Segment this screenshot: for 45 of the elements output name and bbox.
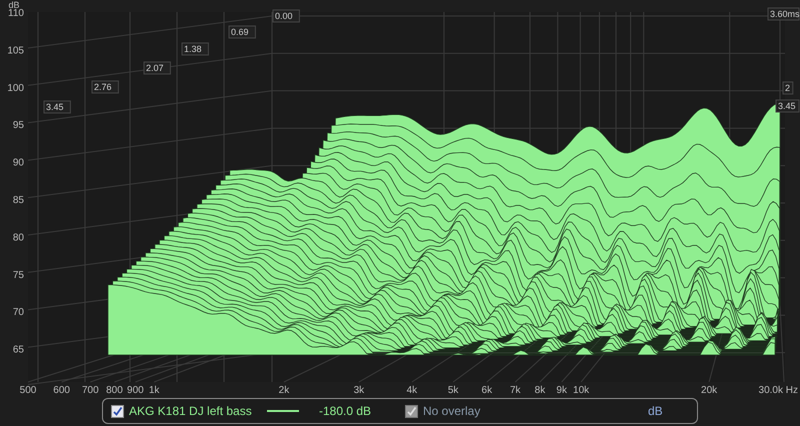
y-tick-label: 100 (7, 82, 24, 94)
x-tick-label: 7k (510, 385, 521, 394)
time-tick-label: 3.45 (44, 100, 71, 114)
y-tick-label: 80 (12, 232, 24, 244)
unit-label: dB (648, 403, 663, 420)
x-tick-label: 4k (406, 385, 418, 394)
x-tick-label: 1k (148, 385, 160, 394)
y-axis-unit: dB (8, 0, 20, 10)
time-tick-label: 3.45 (776, 100, 800, 112)
x-tick-label: 30.0k Hz (758, 385, 798, 394)
x-tick-label: 20k (701, 385, 718, 394)
y-tick-label: 65 (12, 344, 24, 356)
y-tick-label: 75 (12, 270, 24, 281)
time-tick-label: 0.69 (228, 26, 256, 38)
time-tick-label: 1.38 (182, 42, 209, 56)
x-tick-label: 10k (573, 385, 590, 394)
y-tick-label: 70 (12, 307, 24, 318)
y-tick-label: 105 (7, 45, 24, 56)
time-tick-label: 0.00 (272, 10, 300, 22)
series-line-swatch (267, 410, 299, 412)
series-reading: -180.0 dB (319, 403, 372, 420)
overlay-label: No overlay (423, 403, 482, 420)
time-tick-label: 3.60ms (768, 8, 800, 20)
checkmark-icon (112, 406, 123, 416)
time-tick-label: 2.07 (144, 62, 171, 74)
y-tick-label: 110 (8, 8, 24, 19)
time-tick-label: 2 (782, 82, 794, 94)
x-tick-label: 600 (53, 385, 70, 394)
x-tick-label: 500 (20, 385, 36, 394)
x-tick-label: 6k (482, 385, 492, 394)
x-tick-label: 2k (278, 385, 290, 394)
x-tick-label: 800 (106, 385, 123, 394)
time-tick-label: 2.76 (92, 80, 119, 94)
series-checkbox[interactable] (111, 404, 124, 418)
y-tick-label: 85 (12, 195, 24, 206)
x-tick-label: 3k (354, 385, 364, 394)
y-tick-label: 90 (12, 158, 24, 169)
series-name: AKG K181 DJ left bass (129, 403, 253, 420)
checkmark-icon (406, 406, 417, 416)
x-tick-label: 900 (127, 385, 144, 394)
x-tick-label: 9k (556, 385, 567, 394)
x-tick-label: 5k (448, 385, 458, 394)
x-tick-label: 8k (534, 385, 546, 394)
x-tick-label: 700 (82, 385, 99, 394)
y-tick-label: 95 (12, 120, 24, 132)
